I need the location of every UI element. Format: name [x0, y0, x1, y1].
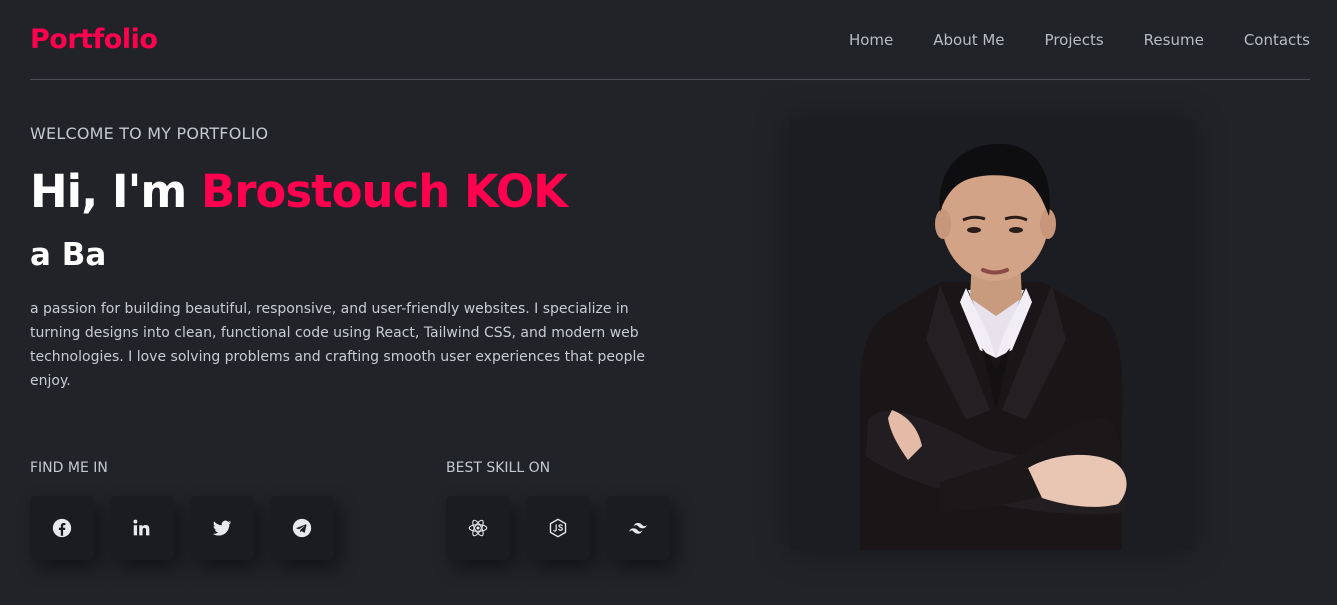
nodejs-icon — [549, 518, 567, 538]
site-logo[interactable]: Portfolio — [30, 24, 158, 55]
main-nav: Home About Me Projects Resume Contacts — [849, 31, 1310, 49]
react-skill[interactable] — [446, 496, 510, 560]
nav-contacts[interactable]: Contacts — [1244, 31, 1310, 49]
find-me-label: FIND ME IN — [30, 460, 108, 476]
hero-greeting: Hi, I'm — [30, 165, 201, 218]
hero-role: a Ba — [30, 237, 107, 273]
telegram-button[interactable] — [270, 496, 334, 560]
facebook-icon — [52, 518, 72, 538]
hero-description: a passion for building beautiful, respon… — [30, 301, 645, 389]
welcome-text: WELCOME TO MY PORTFOLIO — [30, 124, 269, 143]
nav-home[interactable]: Home — [849, 31, 893, 49]
best-skill-label: BEST SKILL ON — [446, 460, 551, 476]
linkedin-button[interactable] — [110, 496, 174, 560]
facebook-button[interactable] — [30, 496, 94, 560]
linkedin-icon — [133, 519, 150, 536]
hero-title: Hi, I'm Brostouch KOK — [30, 165, 568, 218]
nav-resume[interactable]: Resume — [1144, 31, 1204, 49]
portrait-image — [790, 120, 1192, 550]
tailwind-icon — [629, 522, 647, 534]
nav-projects[interactable]: Projects — [1045, 31, 1104, 49]
nodejs-skill[interactable] — [526, 496, 590, 560]
tailwind-skill[interactable] — [606, 496, 670, 560]
twitter-icon — [212, 520, 232, 536]
profile-photo — [790, 120, 1192, 550]
skill-list — [446, 496, 670, 560]
social-links — [30, 496, 334, 560]
hero-name: Brostouch KOK — [200, 165, 568, 218]
react-icon — [468, 519, 488, 537]
telegram-icon — [292, 518, 312, 538]
nav-about-me[interactable]: About Me — [933, 31, 1004, 49]
site-header: Portfolio Home About Me Projects Resume … — [30, 0, 1310, 80]
twitter-button[interactable] — [190, 496, 254, 560]
